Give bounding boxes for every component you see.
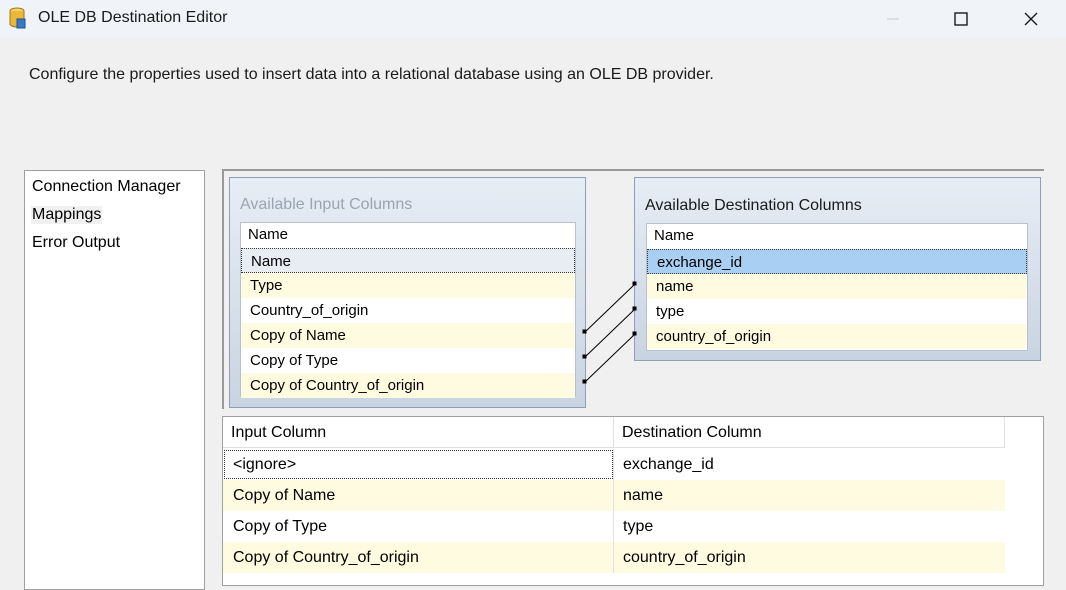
input-column-cell[interactable]: Copy of Type xyxy=(223,511,614,542)
minimize-button[interactable] xyxy=(870,0,916,38)
available-destination-columns-panel[interactable]: Available Destination Columns Name excha… xyxy=(634,177,1041,361)
table-row[interactable]: Copy of Name name xyxy=(223,480,1005,511)
input-column-row[interactable]: Copy of Name xyxy=(241,323,575,348)
mapping-connectors[interactable] xyxy=(575,270,645,390)
title-bar: OLE DB Destination Editor xyxy=(0,0,1066,38)
mapping-grid[interactable]: Input Column Destination Column <ignore>… xyxy=(222,416,1044,586)
destination-columns-list[interactable]: Name exchange_id name type country_of_or… xyxy=(646,223,1028,351)
destination-column-cell[interactable]: country_of_origin xyxy=(614,542,1005,573)
column-header-destination[interactable]: Destination Column xyxy=(614,417,1005,448)
maximize-icon xyxy=(954,12,968,26)
mapping-line xyxy=(584,308,636,358)
input-column-row[interactable]: Type xyxy=(241,273,575,298)
nav-item-connection-manager[interactable]: Connection Manager xyxy=(31,178,182,196)
column-header-input[interactable]: Input Column xyxy=(223,417,614,448)
close-button[interactable] xyxy=(1008,0,1054,38)
input-columns-title: Available Input Columns xyxy=(240,196,413,213)
input-column-row[interactable]: Country_of_origin xyxy=(241,298,575,323)
mapping-line-end xyxy=(632,306,637,311)
available-input-columns-panel[interactable]: Available Input Columns Name Name Type C… xyxy=(229,177,586,408)
table-row[interactable]: <ignore> exchange_id xyxy=(223,449,1005,480)
table-row[interactable]: Copy of Country_of_origin country_of_ori… xyxy=(223,542,1005,573)
input-columns-list[interactable]: Name Name Type Country_of_origin Copy of… xyxy=(240,222,576,398)
mapping-line-end xyxy=(632,331,637,336)
input-columns-header: Name xyxy=(241,223,575,247)
window-title: OLE DB Destination Editor xyxy=(38,9,228,26)
input-column-row[interactable]: Copy of Country_of_origin xyxy=(241,373,575,398)
nav-item-error-output[interactable]: Error Output xyxy=(31,234,121,252)
destination-column-row[interactable]: name xyxy=(647,274,1027,299)
nav-item-mappings[interactable]: Mappings xyxy=(31,206,103,224)
destination-column-cell[interactable]: name xyxy=(614,480,1005,511)
input-column-cell[interactable]: Copy of Name xyxy=(223,480,614,511)
input-column-cell[interactable]: <ignore> xyxy=(223,449,614,480)
destination-columns-title: Available Destination Columns xyxy=(645,197,862,214)
destination-column-row[interactable]: country_of_origin xyxy=(647,324,1027,349)
mapping-line-end xyxy=(582,329,587,334)
minimize-icon xyxy=(887,18,899,20)
destination-column-cell[interactable]: type xyxy=(614,511,1005,542)
input-column-row[interactable]: Copy of Type xyxy=(241,348,575,373)
database-icon xyxy=(8,7,26,29)
mapping-line-end xyxy=(632,281,637,286)
maximize-button[interactable] xyxy=(938,0,984,38)
close-icon xyxy=(1024,12,1038,26)
input-column-cell[interactable]: Copy of Country_of_origin xyxy=(223,542,614,573)
table-row[interactable]: Copy of Type type xyxy=(223,511,1005,542)
page-nav: Connection Manager Mappings Error Output xyxy=(24,170,205,590)
mapping-line xyxy=(584,333,636,383)
destination-columns-header: Name xyxy=(647,224,1027,248)
editor-description: Configure the properties used to insert … xyxy=(29,66,714,83)
destination-column-cell[interactable]: exchange_id xyxy=(614,449,1005,480)
destination-column-row[interactable]: type xyxy=(647,299,1027,324)
mapping-line-end xyxy=(582,354,587,359)
input-column-row[interactable]: Name xyxy=(241,248,575,273)
mapping-line-end xyxy=(582,379,587,384)
mapping-line xyxy=(584,283,636,333)
grid-header-row: Input Column Destination Column xyxy=(223,417,1005,448)
destination-column-row[interactable]: exchange_id xyxy=(647,249,1027,274)
